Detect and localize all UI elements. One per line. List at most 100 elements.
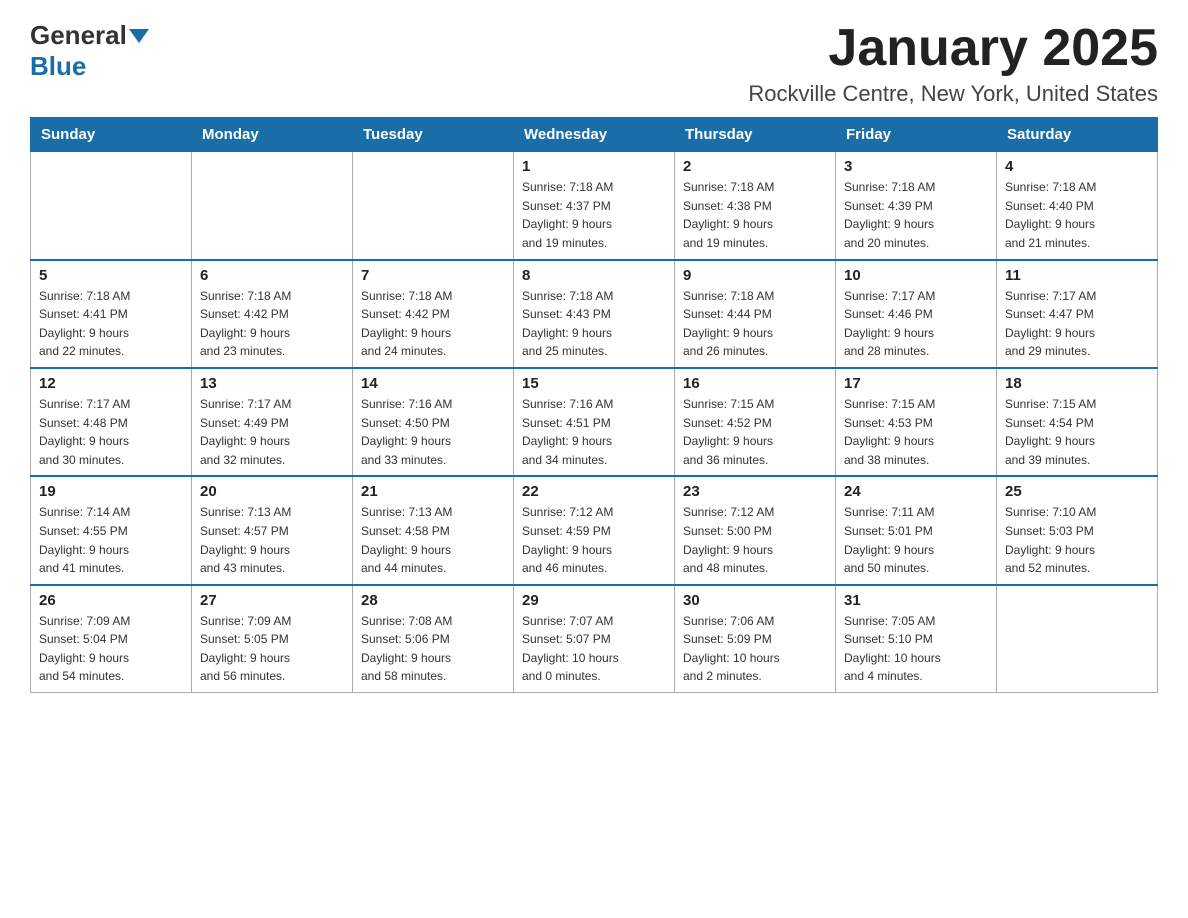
calendar-empty-cell <box>31 152 192 260</box>
day-number: 10 <box>844 267 988 284</box>
calendar-day-cell: 30 Sunrise: 7:06 AM Sunset: 5:09 PM Dayli… <box>675 585 836 693</box>
logo: General Blue <box>30 20 151 82</box>
calendar-day-header: Thursday <box>675 118 836 152</box>
title-section: January 2025 Rockville Centre, New York,… <box>748 20 1158 107</box>
day-number: 20 <box>200 483 344 500</box>
day-number: 29 <box>522 592 666 609</box>
day-number: 3 <box>844 158 988 175</box>
calendar-day-cell: 29Sunrise: 7:07 AM Sunset: 5:07 PM Dayli… <box>514 585 675 693</box>
month-title: January 2025 <box>748 20 1158 77</box>
day-number: 13 <box>200 375 344 392</box>
day-info: Sunrise: 7:09 AM Sunset: 5:05 PM Dayligh… <box>200 612 344 686</box>
calendar-day-cell: 6 Sunrise: 7:18 AM Sunset: 4:42 PM Daylig… <box>192 260 353 368</box>
day-number: 9 <box>683 267 827 284</box>
day-info: Sunrise: 7:17 AM Sunset: 4:47 PM Dayligh… <box>1005 287 1149 361</box>
calendar-day-cell: 23Sunrise: 7:12 AM Sunset: 5:00 PM Dayli… <box>675 476 836 584</box>
day-info: Sunrise: 7:16 AM Sunset: 4:50 PM Dayligh… <box>361 395 505 469</box>
day-info: Sunrise: 7:12 AM Sunset: 4:59 PM Dayligh… <box>522 503 666 577</box>
day-info: Sunrise: 7:09 AM Sunset: 5:04 PM Dayligh… <box>39 612 183 686</box>
day-info: Sunrise: 7:11 AM Sunset: 5:01 PM Dayligh… <box>844 503 988 577</box>
day-info: Sunrise: 7:14 AM Sunset: 4:55 PM Dayligh… <box>39 503 183 577</box>
day-info: Sunrise: 7:18 AM Sunset: 4:42 PM Dayligh… <box>200 287 344 361</box>
calendar-day-header: Wednesday <box>514 118 675 152</box>
calendar-week-row: 19 Sunrise: 7:14 AM Sunset: 4:55 PM Dayli… <box>31 476 1158 584</box>
calendar-day-header: Friday <box>836 118 997 152</box>
calendar-day-cell: 27 Sunrise: 7:09 AM Sunset: 5:05 PM Dayli… <box>192 585 353 693</box>
day-info: Sunrise: 7:18 AM Sunset: 4:42 PM Dayligh… <box>361 287 505 361</box>
day-info: Sunrise: 7:10 AM Sunset: 5:03 PM Dayligh… <box>1005 503 1149 577</box>
calendar-day-cell: 24 Sunrise: 7:11 AM Sunset: 5:01 PM Dayli… <box>836 476 997 584</box>
day-info: Sunrise: 7:18 AM Sunset: 4:37 PM Dayligh… <box>522 178 666 252</box>
calendar-day-cell: 28 Sunrise: 7:08 AM Sunset: 5:06 PM Dayli… <box>353 585 514 693</box>
day-info: Sunrise: 7:18 AM Sunset: 4:40 PM Dayligh… <box>1005 178 1149 252</box>
calendar-day-cell: 17 Sunrise: 7:15 AM Sunset: 4:53 PM Dayli… <box>836 368 997 476</box>
day-number: 8 <box>522 267 666 284</box>
day-number: 26 <box>39 592 183 609</box>
day-number: 15 <box>522 375 666 392</box>
day-number: 19 <box>39 483 183 500</box>
day-info: Sunrise: 7:15 AM Sunset: 4:53 PM Dayligh… <box>844 395 988 469</box>
calendar-day-header: Saturday <box>997 118 1158 152</box>
logo-general-text: General <box>30 20 127 51</box>
day-info: Sunrise: 7:18 AM Sunset: 4:44 PM Dayligh… <box>683 287 827 361</box>
calendar-day-cell: 25 Sunrise: 7:10 AM Sunset: 5:03 PM Dayli… <box>997 476 1158 584</box>
logo-triangle-icon <box>127 29 151 43</box>
day-number: 24 <box>844 483 988 500</box>
day-info: Sunrise: 7:15 AM Sunset: 4:54 PM Dayligh… <box>1005 395 1149 469</box>
day-number: 25 <box>1005 483 1149 500</box>
day-number: 6 <box>200 267 344 284</box>
day-info: Sunrise: 7:06 AM Sunset: 5:09 PM Dayligh… <box>683 612 827 686</box>
calendar-day-cell: 16Sunrise: 7:15 AM Sunset: 4:52 PM Dayli… <box>675 368 836 476</box>
calendar-day-cell: 3 Sunrise: 7:18 AM Sunset: 4:39 PM Daylig… <box>836 152 997 260</box>
day-info: Sunrise: 7:13 AM Sunset: 4:57 PM Dayligh… <box>200 503 344 577</box>
calendar-day-cell: 18 Sunrise: 7:15 AM Sunset: 4:54 PM Dayli… <box>997 368 1158 476</box>
calendar-day-header: Tuesday <box>353 118 514 152</box>
logo-blue-text: Blue <box>30 51 86 81</box>
calendar-table: SundayMondayTuesdayWednesdayThursdayFrid… <box>30 117 1158 693</box>
page-header: General Blue January 2025 Rockville Cent… <box>30 20 1158 107</box>
day-number: 2 <box>683 158 827 175</box>
day-info: Sunrise: 7:08 AM Sunset: 5:06 PM Dayligh… <box>361 612 505 686</box>
day-number: 27 <box>200 592 344 609</box>
location: Rockville Centre, New York, United State… <box>748 81 1158 107</box>
calendar-day-cell: 26 Sunrise: 7:09 AM Sunset: 5:04 PM Dayli… <box>31 585 192 693</box>
calendar-day-cell: 19 Sunrise: 7:14 AM Sunset: 4:55 PM Dayli… <box>31 476 192 584</box>
calendar-week-row: 26 Sunrise: 7:09 AM Sunset: 5:04 PM Dayli… <box>31 585 1158 693</box>
day-number: 30 <box>683 592 827 609</box>
calendar-day-cell: 20 Sunrise: 7:13 AM Sunset: 4:57 PM Dayli… <box>192 476 353 584</box>
calendar-day-header: Monday <box>192 118 353 152</box>
day-number: 31 <box>844 592 988 609</box>
calendar-day-cell: 1 Sunrise: 7:18 AM Sunset: 4:37 PM Daylig… <box>514 152 675 260</box>
day-number: 22 <box>522 483 666 500</box>
day-number: 1 <box>522 158 666 175</box>
day-number: 28 <box>361 592 505 609</box>
calendar-day-cell: 4Sunrise: 7:18 AM Sunset: 4:40 PM Daylig… <box>997 152 1158 260</box>
day-info: Sunrise: 7:17 AM Sunset: 4:46 PM Dayligh… <box>844 287 988 361</box>
calendar-day-cell: 5Sunrise: 7:18 AM Sunset: 4:41 PM Daylig… <box>31 260 192 368</box>
day-number: 14 <box>361 375 505 392</box>
calendar-day-cell: 7Sunrise: 7:18 AM Sunset: 4:42 PM Daylig… <box>353 260 514 368</box>
calendar-day-cell: 2 Sunrise: 7:18 AM Sunset: 4:38 PM Daylig… <box>675 152 836 260</box>
day-info: Sunrise: 7:18 AM Sunset: 4:38 PM Dayligh… <box>683 178 827 252</box>
calendar-day-cell: 22 Sunrise: 7:12 AM Sunset: 4:59 PM Dayli… <box>514 476 675 584</box>
day-number: 23 <box>683 483 827 500</box>
calendar-day-cell: 13Sunrise: 7:17 AM Sunset: 4:49 PM Dayli… <box>192 368 353 476</box>
day-info: Sunrise: 7:18 AM Sunset: 4:39 PM Dayligh… <box>844 178 988 252</box>
day-number: 5 <box>39 267 183 284</box>
day-number: 16 <box>683 375 827 392</box>
day-number: 17 <box>844 375 988 392</box>
day-info: Sunrise: 7:16 AM Sunset: 4:51 PM Dayligh… <box>522 395 666 469</box>
calendar-week-row: 12Sunrise: 7:17 AM Sunset: 4:48 PM Dayli… <box>31 368 1158 476</box>
calendar-day-cell: 11Sunrise: 7:17 AM Sunset: 4:47 PM Dayli… <box>997 260 1158 368</box>
calendar-day-cell: 15 Sunrise: 7:16 AM Sunset: 4:51 PM Dayli… <box>514 368 675 476</box>
day-number: 18 <box>1005 375 1149 392</box>
day-info: Sunrise: 7:18 AM Sunset: 4:43 PM Dayligh… <box>522 287 666 361</box>
calendar-day-cell: 31 Sunrise: 7:05 AM Sunset: 5:10 PM Dayli… <box>836 585 997 693</box>
calendar-week-row: 1 Sunrise: 7:18 AM Sunset: 4:37 PM Daylig… <box>31 152 1158 260</box>
calendar-day-header: Sunday <box>31 118 192 152</box>
day-info: Sunrise: 7:13 AM Sunset: 4:58 PM Dayligh… <box>361 503 505 577</box>
calendar-empty-cell <box>997 585 1158 693</box>
day-info: Sunrise: 7:05 AM Sunset: 5:10 PM Dayligh… <box>844 612 988 686</box>
calendar-day-cell: 10 Sunrise: 7:17 AM Sunset: 4:46 PM Dayli… <box>836 260 997 368</box>
calendar-day-cell: 21Sunrise: 7:13 AM Sunset: 4:58 PM Dayli… <box>353 476 514 584</box>
